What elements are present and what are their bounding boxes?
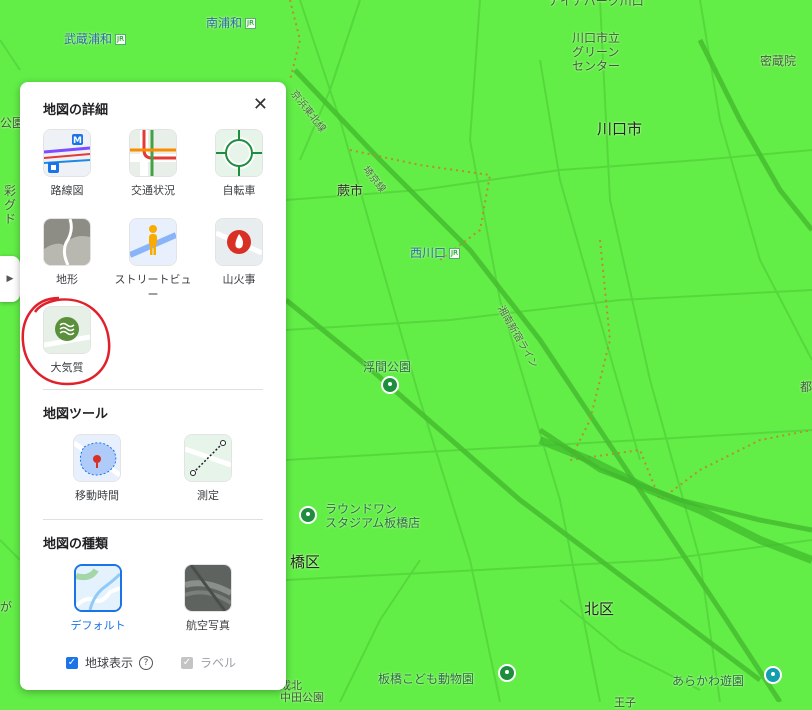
map-label-round1[interactable]: ラウンドワン スタジアム板橋店 [325, 502, 420, 530]
bicycle-icon [215, 129, 263, 177]
map-type-satellite[interactable]: 航空写真 [169, 564, 247, 633]
jr-icon: JR [449, 248, 460, 259]
map-label-warabi: 蕨市 [337, 184, 364, 199]
map-label-ukima-park[interactable]: 浮間公園 [363, 358, 411, 375]
checkbox-checked-icon: ✓ [181, 656, 193, 669]
map-label-itabashi: 橋区 [290, 553, 321, 571]
labels-checkbox: ✓ ラベル [181, 654, 236, 671]
map-tools-title: 地図ツール [43, 407, 109, 422]
jr-icon: JR [115, 34, 126, 45]
chevron-right-icon: ▶ [6, 274, 14, 284]
help-icon[interactable]: ? [139, 655, 154, 670]
measure-icon [184, 434, 232, 482]
map-type-satellite-label: 航空写真 [186, 619, 230, 632]
svg-text:M: M [73, 136, 82, 146]
layer-traffic[interactable]: 交通状況 [114, 129, 192, 198]
layer-wildfire[interactable]: 山火事 [200, 218, 278, 287]
map-label-musashi-urawa[interactable]: 武蔵浦和 JR [64, 30, 126, 47]
street-view-icon [129, 218, 177, 266]
map-label-left-partial-2: 彩 グ ド [4, 184, 17, 226]
tool-travel-time[interactable]: 移動時間 [58, 434, 136, 503]
map-details-title: 地図の詳細 [43, 103, 109, 118]
globe-view-label: 地球表示 [85, 656, 134, 670]
annotation-circle [21, 296, 111, 386]
wildfire-icon [215, 218, 263, 266]
map-type-title: 地図の種類 [43, 537, 109, 552]
map-type-default-label: デフォルト [70, 619, 126, 632]
place-pin-icon[interactable] [299, 506, 317, 524]
side-panel-toggle[interactable]: ▶ [0, 256, 20, 302]
checkbox-checked-icon: ✓ [66, 656, 78, 669]
travel-time-icon [73, 434, 121, 482]
map-label-nishi-kawaguchi[interactable]: 西川口 JR [410, 244, 460, 261]
jr-icon: JR [245, 18, 256, 29]
globe-view-checkbox[interactable]: ✓ 地球表示 ? [66, 654, 154, 671]
map-label-kodomo-zoo[interactable]: 板橋こども動物園 [378, 670, 474, 687]
close-icon[interactable]: ✕ [253, 96, 268, 114]
divider [43, 519, 263, 520]
map-label-kita: 北区 [584, 600, 615, 618]
map-label-top-partial: ナイナパーク川口 [548, 0, 644, 8]
traffic-icon [129, 129, 177, 177]
layer-terrain-label: 地形 [56, 273, 78, 286]
map-label-green-center[interactable]: 川口市立 グリーン センター [572, 31, 620, 73]
tool-measure-label: 測定 [197, 489, 219, 502]
map-label-kawaguchi-city: 川口市 [597, 120, 643, 138]
park-pin-icon[interactable] [381, 376, 399, 394]
layer-street-view-label: ストリートビュー [114, 273, 192, 301]
zoo-pin-icon[interactable] [498, 664, 516, 682]
map-label-arakawa-yuen[interactable]: あらかわ遊園 [672, 672, 744, 689]
tool-measure[interactable]: 測定 [169, 434, 247, 503]
map-label-minami-urawa[interactable]: 南浦和 JR [206, 14, 256, 31]
map-label-left-partial-3: が [0, 600, 13, 614]
satellite-map-icon [184, 564, 232, 612]
layer-street-view[interactable]: ストリートビュー [114, 218, 192, 302]
map-type-default[interactable]: デフォルト [59, 564, 137, 633]
layer-transit-label: 路線図 [50, 184, 84, 197]
layer-bicycle-label: 自転車 [222, 184, 256, 197]
map-label-right-partial: 都 [800, 380, 812, 394]
map-label-bottom-left-partial: 成北 中田公園 [280, 679, 324, 704]
layer-wildfire-label: 山火事 [222, 273, 256, 286]
labels-label: ラベル [200, 656, 237, 670]
transit-icon: M [43, 129, 91, 177]
amusement-pin-icon[interactable] [764, 666, 782, 684]
tool-travel-time-label: 移動時間 [75, 489, 119, 502]
default-map-icon [74, 564, 122, 612]
layer-traffic-label: 交通状況 [131, 184, 175, 197]
divider [43, 389, 263, 390]
map-layers-panel: 地図の詳細 ✕ M 路線図 交通状況 自転車 地形 ストリートビュー 山火事 大… [20, 82, 286, 690]
layer-terrain[interactable]: 地形 [28, 218, 106, 287]
terrain-icon [43, 218, 91, 266]
map-label-bottom-right-partial: 王子 [614, 696, 636, 709]
layer-bicycle[interactable]: 自転車 [200, 129, 278, 198]
map-label-mitsuzoe[interactable]: 密蔵院 [760, 52, 796, 69]
layer-transit[interactable]: M 路線図 [28, 129, 106, 198]
